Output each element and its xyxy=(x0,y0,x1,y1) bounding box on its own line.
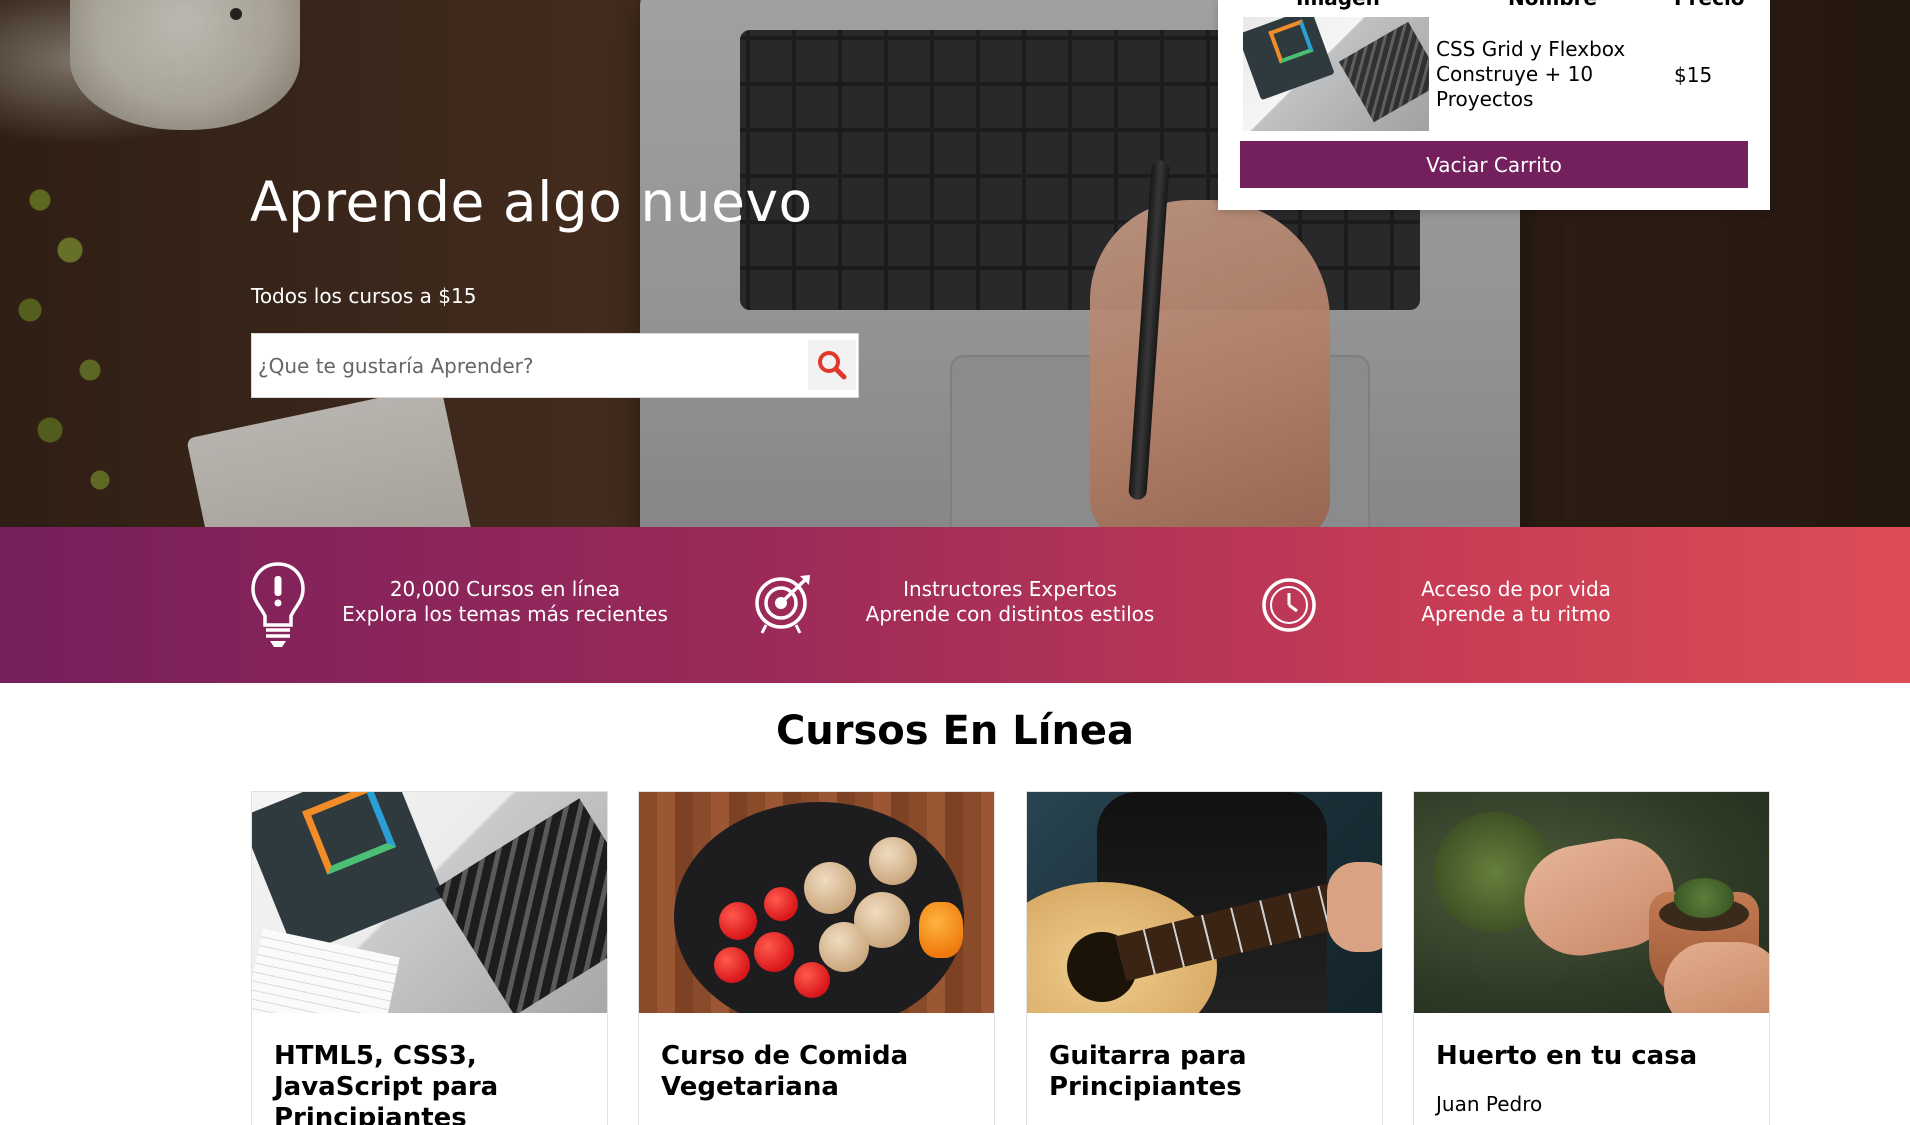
hero-title: Aprende algo nuevo xyxy=(250,170,813,234)
feature-access-subtitle: Aprende a tu ritmo xyxy=(1421,602,1611,626)
course-image-vegetarian xyxy=(639,792,994,1013)
search-input[interactable] xyxy=(252,334,808,397)
lightbulb-icon xyxy=(250,561,306,654)
course-title: Huerto en tu casa xyxy=(1436,1041,1698,1071)
cart-header-image: Imagen xyxy=(1296,0,1380,10)
course-author: Juan Pedro xyxy=(1436,1092,1543,1116)
course-image-garden xyxy=(1414,792,1769,1013)
feature-instructors-title: Instructores Expertos xyxy=(903,577,1117,601)
course-card[interactable]: Guitarra para Principiantes xyxy=(1026,791,1383,1125)
feature-courses: 20,000 Cursos en línea Explora los temas… xyxy=(320,577,690,627)
hero-subtitle: Todos los cursos a $15 xyxy=(251,284,477,308)
feature-courses-subtitle: Explora los temas más recientes xyxy=(342,602,668,626)
cart-table-header: Imagen Nombre Precio xyxy=(1218,0,1770,10)
cart-item-name: CSS Grid y Flexbox Construye + 10 Proyec… xyxy=(1436,37,1626,111)
search-icon xyxy=(818,351,847,380)
target-icon xyxy=(754,573,814,640)
courses-section-title: Cursos En Línea xyxy=(775,708,1135,754)
cart-header-price: Precio xyxy=(1674,0,1745,10)
course-card[interactable]: Curso de Comida Vegetariana xyxy=(638,791,995,1125)
course-image-html xyxy=(252,792,607,1013)
cart-dropdown: Imagen Nombre Precio CSS Grid y Flexbox … xyxy=(1218,0,1770,210)
course-title: Guitarra para Principiantes xyxy=(1049,1041,1247,1102)
feature-instructors: Instructores Expertos Aprende con distin… xyxy=(825,577,1195,627)
cart-header-name: Nombre xyxy=(1508,0,1597,10)
feature-access-title: Acceso de por vida xyxy=(1421,577,1611,601)
cart-item-image xyxy=(1243,17,1429,131)
empty-cart-button[interactable]: Vaciar Carrito xyxy=(1240,141,1748,188)
course-card[interactable]: HTML5, CSS3, JavaScript para Principiant… xyxy=(251,791,608,1125)
course-title: Curso de Comida Vegetariana xyxy=(661,1041,909,1102)
course-card[interactable]: Huerto en tu casa Juan Pedro xyxy=(1413,791,1770,1125)
search-button[interactable] xyxy=(808,340,856,390)
features-bar: 20,000 Cursos en línea Explora los temas… xyxy=(0,527,1910,683)
feature-courses-title: 20,000 Cursos en línea xyxy=(389,577,621,601)
course-title: HTML5, CSS3, JavaScript para Principiant… xyxy=(274,1041,499,1125)
feature-access: Acceso de por vida Aprende a tu ritmo xyxy=(1331,577,1701,627)
course-image-guitar xyxy=(1027,792,1382,1013)
clock-icon xyxy=(1261,577,1317,638)
cart-item-price: $15 xyxy=(1674,63,1713,87)
search-form xyxy=(251,333,859,398)
feature-instructors-subtitle: Aprende con distintos estilos xyxy=(865,602,1155,626)
